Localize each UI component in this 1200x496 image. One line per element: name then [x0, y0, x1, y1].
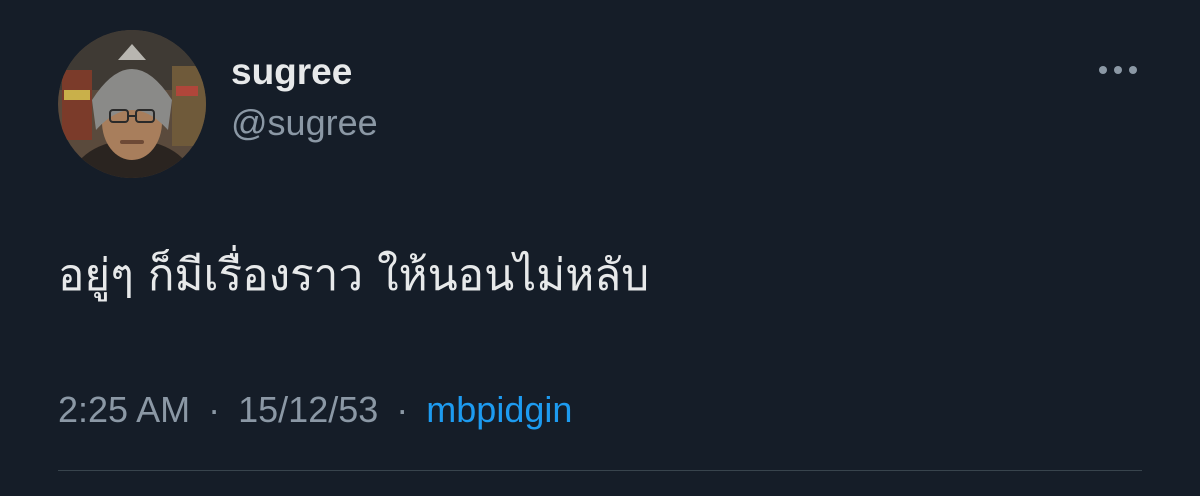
divider — [58, 470, 1142, 471]
avatar[interactable] — [58, 30, 206, 178]
more-horizontal-icon — [1099, 66, 1107, 74]
more-horizontal-icon — [1114, 66, 1122, 74]
avatar-image — [58, 30, 206, 178]
tweet-time[interactable]: 2:25 AM — [58, 389, 190, 430]
more-horizontal-icon — [1129, 66, 1137, 74]
separator-dot: · — [208, 389, 221, 430]
tweet-source-link[interactable]: mbpidgin — [426, 389, 572, 430]
author-handle[interactable]: @sugree — [231, 101, 378, 145]
more-options-button[interactable] — [1090, 52, 1146, 88]
separator-dot: · — [396, 389, 409, 430]
tweet-text: อยู่ๆ ก็มีเรื่องราว ให้นอนไม่หลับ — [58, 250, 650, 301]
tweet-metadata: 2:25 AM · 15/12/53 · mbpidgin — [58, 386, 572, 434]
author-display-name[interactable]: sugree — [231, 50, 352, 94]
tweet-date[interactable]: 15/12/53 — [238, 389, 378, 430]
